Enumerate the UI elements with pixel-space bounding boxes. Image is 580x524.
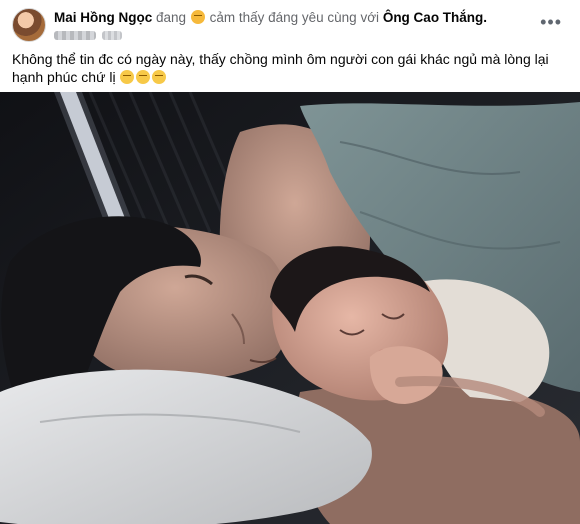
persevering-face-icon (136, 70, 151, 84)
post-photo[interactable] (0, 92, 580, 524)
post-body: Không thể tin đc có ngày này, thấy chồng… (12, 50, 568, 86)
photo-illustration (0, 92, 580, 524)
post-header: Mai Hồng Ngọc đang cảm thấy đáng yêu cùn… (12, 6, 572, 46)
timestamp-redacted[interactable] (54, 31, 96, 40)
post-header-text: Mai Hồng Ngọc đang cảm thấy đáng yêu cùn… (54, 10, 487, 25)
author-name[interactable]: Mai Hồng Ngọc (54, 10, 152, 25)
smiling-face-icon (190, 10, 205, 24)
privacy-icon (102, 31, 122, 40)
facebook-post: Mai Hồng Ngọc đang cảm thấy đáng yêu cùn… (0, 0, 580, 524)
tagged-person-name[interactable]: Ông Cao Thắng. (383, 10, 487, 25)
feeling-prefix: đang (156, 10, 187, 25)
feeling-text: cảm thấy đáng yêu cùng với (209, 10, 380, 25)
post-body-text: Không thể tin đc có ngày này, thấy chồng… (12, 51, 549, 85)
persevering-face-icon (152, 70, 167, 84)
persevering-face-icon (120, 70, 135, 84)
author-avatar[interactable] (12, 8, 46, 42)
more-options-icon[interactable]: ••• (540, 12, 562, 33)
post-meta (54, 28, 174, 42)
